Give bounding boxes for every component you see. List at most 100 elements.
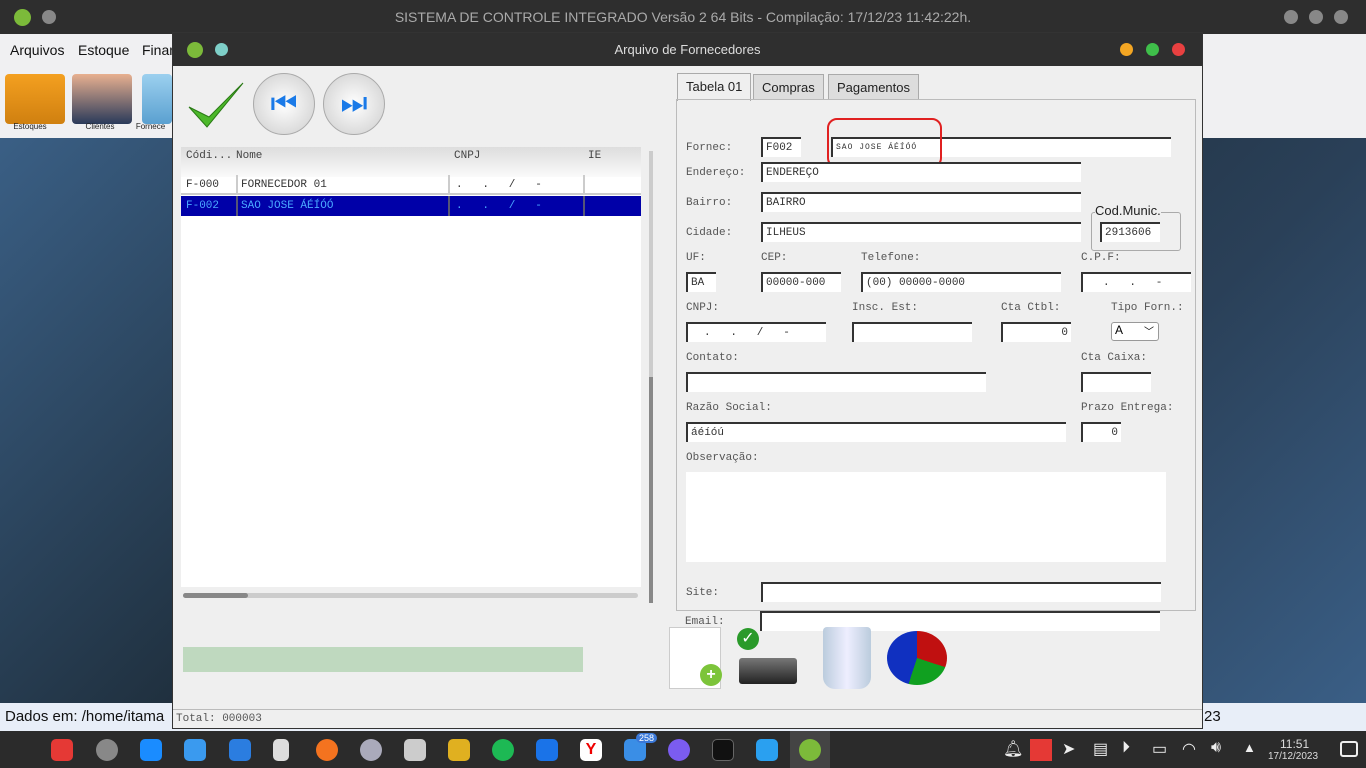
system-title: SISTEMA DE CONTROLE INTEGRADO Versão 2 6… (394, 9, 972, 25)
terminal-icon[interactable] (712, 739, 734, 761)
form-panel: Fornec: F002 SAO JOSE ÁÉÍÓÓ Endereço: EN… (676, 99, 1196, 611)
minimize-button[interactable] (1284, 10, 1298, 24)
media-player-icon[interactable] (668, 739, 690, 761)
clock-date[interactable]: 17/12/2023 (1268, 751, 1318, 762)
cpf-input[interactable]: . . - (1081, 272, 1191, 292)
cell-ie (583, 175, 585, 195)
forklift-icon[interactable] (5, 74, 65, 124)
add-icon: + (700, 664, 722, 686)
app-store-icon[interactable] (140, 739, 162, 761)
confirm-check-icon[interactable] (185, 77, 247, 135)
progress-bar (183, 647, 583, 672)
drive-icon[interactable]: ▭ (1152, 739, 1167, 759)
yandex-icon[interactable]: Y (580, 739, 602, 761)
new-record-button[interactable]: + (669, 627, 722, 689)
pie-chart-icon[interactable] (887, 631, 947, 685)
puzzle-icon[interactable] (448, 739, 470, 761)
minimize-button[interactable] (1120, 43, 1133, 56)
tab-compras[interactable]: Compras (753, 74, 824, 100)
tab-tabela-01[interactable]: Tabela 01 (677, 73, 752, 101)
maximize-button[interactable] (1309, 10, 1323, 24)
label-ctacaixa: Cta Caixa: (1081, 352, 1148, 364)
app-icon[interactable] (536, 739, 558, 761)
last-record-button[interactable]: ⏭ (323, 73, 385, 135)
volume-icon[interactable]: 🔊︎ (1211, 739, 1221, 757)
app-logo-icon (14, 9, 31, 26)
clock-time[interactable]: 11:51 (1280, 737, 1309, 751)
folder-icon[interactable] (142, 74, 172, 124)
first-record-button[interactable]: ⏮ (253, 73, 315, 135)
menu-estoque[interactable]: Estoque (78, 42, 129, 58)
finder-icon[interactable] (184, 739, 206, 761)
bairro-input[interactable]: BAIRRO (761, 192, 1081, 212)
endereco-input[interactable]: ENDEREÇO (761, 162, 1081, 182)
show-desktop-icon[interactable] (1340, 741, 1358, 757)
razao-input[interactable]: áéíóú (686, 422, 1066, 442)
wifi-icon[interactable]: ◠ (1182, 739, 1196, 759)
clipboard-icon[interactable]: ▤ (1093, 739, 1108, 759)
cnpj-input[interactable]: . . / - (686, 322, 826, 342)
observacao-textarea[interactable] (686, 472, 1166, 562)
flutter-icon[interactable] (756, 739, 778, 761)
table-row[interactable]: F-000 FORNECEDOR 01 . . / - (181, 175, 641, 195)
horizontal-scrollbar[interactable] (183, 593, 638, 598)
toolbar-label-clientes: Clientes (85, 122, 115, 131)
cidade-input[interactable]: ILHEUS (761, 222, 1081, 242)
table-row-selected[interactable]: F-002 SAO JOSE ÁÉÍÓÓ . . / - (181, 196, 641, 216)
status-right: 23 (1204, 708, 1221, 725)
cep-input[interactable]: 00000-000 (761, 272, 841, 292)
label-ctactbl: Cta Ctbl: (1001, 302, 1061, 314)
pin-button[interactable] (215, 43, 228, 56)
label-obs: Observação: (686, 452, 759, 464)
tipo-select[interactable]: A ﹀ (1111, 322, 1159, 341)
col-name[interactable]: Nome (236, 150, 262, 162)
label-razao: Razão Social: (686, 402, 772, 414)
bell-icon[interactable]: 🔔︎ (1003, 739, 1023, 759)
col-ie[interactable]: IE (588, 150, 601, 162)
anydesk-icon[interactable] (51, 739, 73, 761)
ctacaixa-input[interactable] (1081, 372, 1151, 392)
site-input[interactable] (761, 582, 1161, 602)
tray-expand-icon[interactable]: ▲ (1243, 740, 1256, 755)
skip-forward-icon: ⏭ (340, 87, 368, 120)
close-button[interactable] (1172, 43, 1185, 56)
window-title: Arquivo de Fornecedores (614, 42, 761, 57)
settings-icon[interactable] (96, 739, 118, 761)
camera-icon[interactable] (404, 739, 426, 761)
cell-code: F-000 (186, 179, 220, 191)
fornec-code-input[interactable]: F002 (761, 137, 801, 157)
insc-input[interactable] (852, 322, 972, 342)
label-fornec: Fornec: (686, 142, 733, 154)
kodi-icon[interactable] (229, 739, 251, 761)
contato-input[interactable] (686, 372, 986, 392)
people-icon[interactable] (72, 74, 132, 124)
prazo-input[interactable]: 0 (1081, 422, 1121, 442)
codmunic-input[interactable]: 2913606 (1100, 222, 1160, 242)
telefone-input[interactable]: (00) 00000-0000 (861, 272, 1061, 292)
email-input[interactable] (760, 611, 1160, 631)
vscode-icon[interactable]: 258 (624, 733, 658, 761)
ctactbl-input[interactable]: 0 (1001, 322, 1071, 342)
uf-input[interactable]: BA (686, 272, 716, 292)
window-title-bar: Arquivo de Fornecedores (173, 33, 1202, 66)
close-button[interactable] (1334, 10, 1348, 24)
anydesk-tray-icon[interactable] (1030, 739, 1052, 761)
firefox-icon[interactable] (316, 739, 338, 761)
tab-pagamentos[interactable]: Pagamentos (828, 74, 919, 100)
cell-ie (583, 196, 585, 216)
vertical-scrollbar[interactable] (649, 151, 653, 603)
col-cnpj[interactable]: CNPJ (454, 150, 480, 162)
label-endereco: Endereço: (686, 167, 746, 179)
active-app-sistema[interactable] (790, 731, 830, 768)
label-cidade: Cidade: (686, 227, 733, 239)
gear-icon[interactable] (360, 739, 382, 761)
menu-arquivos[interactable]: Arquivos (10, 42, 64, 58)
print-button[interactable]: ✓ (735, 628, 803, 690)
telegram-icon[interactable]: ➤ (1062, 739, 1075, 759)
recycle-bin-icon[interactable] (823, 627, 871, 689)
spotify-icon[interactable] (492, 739, 514, 761)
col-code[interactable]: Códi... (186, 150, 232, 162)
play-icon[interactable]: ⏵ (1122, 739, 1130, 757)
file-icon[interactable] (273, 739, 289, 761)
maximize-button[interactable] (1146, 43, 1159, 56)
